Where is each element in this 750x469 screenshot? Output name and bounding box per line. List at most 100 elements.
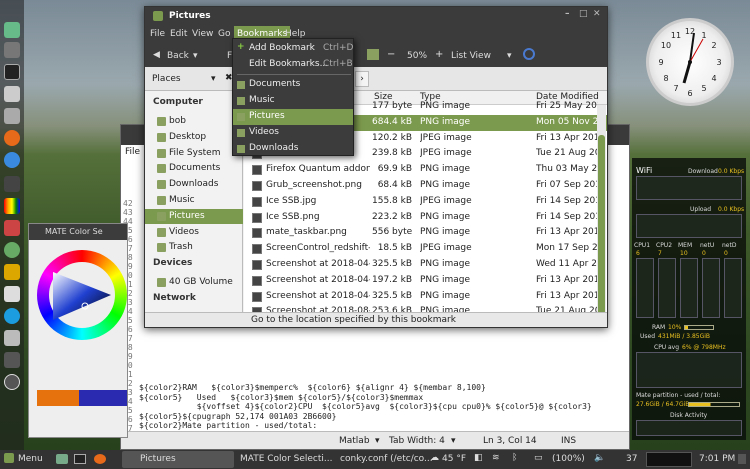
close-icon[interactable]: ✕ — [593, 9, 601, 19]
table-row[interactable]: mate_taskbar.png 556 bytes PNG image Fri 13… — [244, 225, 607, 241]
app-icon-red[interactable] — [4, 220, 20, 236]
bookmark-item-music[interactable]: Music — [233, 93, 353, 109]
scrollbar-thumb[interactable] — [598, 135, 605, 313]
places-chevron-icon[interactable]: ▾ — [211, 74, 216, 84]
language-chevron-icon[interactable]: ▾ — [375, 436, 380, 446]
maximize-icon[interactable]: □ — [579, 9, 588, 19]
bookmark-item-videos[interactable]: Videos — [233, 125, 353, 141]
table-row[interactable]: Ice SSB.png 223.2 kB PNG image Fri 14 Sep 2… — [244, 210, 607, 226]
tray-icon-1[interactable]: ◧ — [474, 453, 483, 463]
table-row[interactable]: Screenshot at 2018-04-1...325.5 kB PNG im… — [244, 289, 607, 305]
note-icon[interactable] — [4, 264, 20, 280]
weather-temp[interactable]: 45 °F — [442, 454, 466, 464]
monitor-icon[interactable] — [4, 42, 20, 58]
table-row[interactable]: Screenshot at 2018-04-1...325.5 kB PNG im… — [244, 257, 607, 273]
sidebar-item-file-system[interactable]: File System — [145, 146, 243, 161]
menu-go[interactable]: Go — [218, 29, 230, 39]
zoom-out-icon[interactable]: − — [387, 49, 395, 60]
files-icon[interactable] — [4, 22, 20, 38]
weather-icon[interactable] — [4, 152, 20, 168]
sidebar-item-documents[interactable]: Documents — [145, 161, 243, 176]
cell-type: PNG image — [420, 180, 471, 190]
task-color-label[interactable]: MATE Color Selecti... — [240, 454, 332, 464]
cell-size: 177 bytes — [372, 101, 412, 111]
color-picker-icon[interactable] — [4, 198, 20, 214]
places-selector[interactable]: Places — [152, 74, 181, 84]
menu-button[interactable]: Menu — [18, 454, 43, 464]
sidebar-item-bob[interactable]: bob — [145, 114, 243, 129]
system-monitor-applet[interactable] — [646, 452, 692, 467]
volume-icon[interactable]: 🔈 — [594, 453, 605, 463]
code-area[interactable]: ${color2}RAM ${color3}$memperc% ${color6… — [139, 383, 592, 431]
lock-icon[interactable] — [4, 330, 20, 346]
bluetooth-icon[interactable]: ᛒ — [512, 453, 517, 463]
table-row[interactable]: Firefox Quantum addons... 69.9 kB PNG imag… — [244, 162, 607, 178]
view-mode-selector[interactable]: List View — [451, 51, 491, 61]
cpu-avg-label: avg — [668, 344, 680, 351]
sidebar-item-downloads[interactable]: Downloads — [145, 177, 243, 192]
network-icon[interactable]: ≋ — [492, 453, 500, 463]
sidebar-item-music[interactable]: Music — [145, 193, 243, 208]
task-conky-label[interactable]: conky.conf (/etc/co... — [340, 454, 433, 464]
color-triangle[interactable] — [49, 262, 115, 328]
bookmark-item-pictures[interactable]: Pictures — [233, 109, 353, 125]
places-sidebar: Computer bob Desktop File System Documents Do… — [145, 91, 243, 322]
sidebar-item-pictures[interactable]: Pictures — [145, 208, 243, 224]
tab-width-selector[interactable]: Tab Width: 4 — [389, 436, 445, 446]
back-chevron-icon[interactable]: ▾ — [193, 51, 198, 61]
terminal-icon[interactable] — [4, 64, 20, 80]
back-button[interactable]: Back — [167, 51, 189, 61]
window-titlebar[interactable]: Pictures – □ ✕ — [145, 7, 607, 26]
weather-icon-tray[interactable]: ☁ — [430, 453, 439, 463]
clock-time[interactable]: 7:01 PM — [699, 454, 735, 464]
scrollbar[interactable] — [597, 105, 606, 313]
battery-icon[interactable]: ▭ — [534, 453, 543, 463]
anarchy-icon[interactable] — [4, 374, 20, 390]
shield-icon[interactable] — [4, 242, 20, 258]
zoom-in-icon[interactable]: + — [435, 49, 443, 60]
back-arrow-icon[interactable]: ◀ — [153, 50, 160, 60]
cards-icon[interactable] — [4, 286, 20, 302]
cell-date: Fri 13 Apr 2018 — [536, 274, 598, 285]
text-editor-icon[interactable] — [4, 86, 20, 102]
volume-level: 37 — [626, 454, 638, 464]
firefox-launcher-icon[interactable] — [94, 454, 106, 464]
add-bookmark-item[interactable]: + Add Bookmark Ctrl+D — [233, 41, 354, 57]
color-window-title[interactable]: MATE Color Se — [29, 224, 127, 240]
edit-bookmarks-item[interactable]: Edit Bookmarks... Ctrl+B — [233, 57, 353, 73]
editor-menu-file[interactable]: File — [125, 147, 140, 157]
disk-icon[interactable] — [4, 108, 20, 124]
show-desktop-button[interactable] — [738, 454, 746, 464]
table-row[interactable]: Screenshot at 2018-04-1...197.2 kB PNG im… — [244, 273, 607, 289]
table-row[interactable]: Grub_screenshot.png 68.4 kB PNG image Fri 0… — [244, 178, 607, 194]
sidebar-item-videos[interactable]: Videos — [145, 225, 243, 240]
view-mode-chevron-icon[interactable]: ▾ — [507, 51, 512, 61]
hue-wheel[interactable] — [37, 250, 127, 340]
sidebar-item-40-gb-volume[interactable]: 40 GB Volume — [145, 275, 243, 290]
firefox-icon[interactable] — [4, 130, 20, 146]
menu-view[interactable]: View — [192, 29, 213, 39]
path-next-icon[interactable]: › — [355, 71, 369, 87]
computer-icon[interactable] — [367, 49, 379, 60]
bookmark-item-downloads[interactable]: Downloads — [233, 141, 353, 157]
search-icon[interactable] — [523, 48, 535, 60]
cell-name: Screenshot at 2018-04-1... — [266, 259, 370, 269]
minimize-icon[interactable]: – — [565, 9, 570, 19]
task-pictures[interactable] — [122, 451, 234, 468]
camera-icon[interactable] — [4, 352, 20, 368]
files-launcher-icon[interactable] — [56, 454, 68, 464]
sidebar-item-desktop[interactable]: Desktop — [145, 130, 243, 145]
menu-icon[interactable] — [4, 453, 14, 463]
language-selector[interactable]: Matlab — [339, 436, 370, 446]
sidebar-item-trash[interactable]: Trash — [145, 240, 243, 255]
globe-icon[interactable] — [4, 308, 20, 324]
menu-file[interactable]: File — [150, 29, 165, 39]
table-row[interactable]: ScreenControl_redshift-v... 18.5 kB JPEG i… — [244, 241, 607, 257]
terminal-launcher-icon[interactable] — [74, 454, 86, 464]
tab-width-chevron-icon[interactable]: ▾ — [451, 436, 456, 446]
menu-edit[interactable]: Edit — [170, 29, 187, 39]
bookmark-item-documents[interactable]: Documents — [233, 77, 353, 93]
table-row[interactable]: Ice SSB.jpg 155.8 kB JPEG image Fri 14 Sep … — [244, 194, 607, 210]
zoom-level[interactable]: 50% — [407, 51, 427, 61]
app-icon[interactable] — [4, 176, 20, 192]
